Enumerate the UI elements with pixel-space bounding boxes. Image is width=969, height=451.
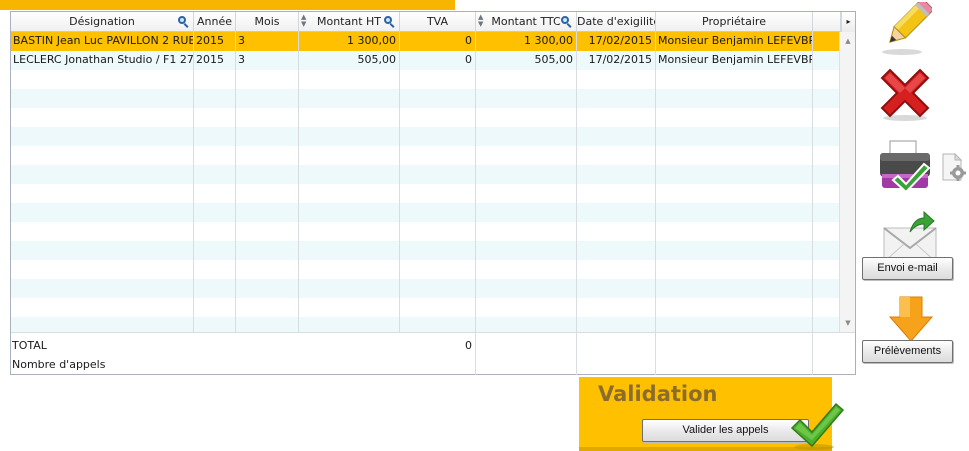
cell-tva: 0: [465, 34, 472, 47]
grid-stripe: [11, 260, 839, 279]
scroll-up-icon[interactable]: ▲: [840, 34, 856, 48]
col-label: Date d'exigilité: [577, 15, 656, 28]
top-tab-strip: [0, 0, 455, 10]
col-label: Montant HT: [316, 15, 382, 28]
column-divider: [812, 333, 813, 375]
cell-designation: BASTIN Jean Luc PAVILLON 2 RUE FE: [13, 34, 194, 47]
col-label: Montant TTC: [491, 15, 561, 28]
grid-stripe: [11, 127, 839, 146]
sort-icon: ▲ ▼: [478, 13, 484, 28]
table-row[interactable]: BASTIN Jean Luc PAVILLON 2 RUE FE 2015 3…: [11, 32, 839, 51]
col-label: TVA: [426, 15, 449, 28]
search-icon[interactable]: [561, 16, 573, 28]
grid-header: Désignation Année Mois ▲ ▼ Montant HT TVA…: [11, 12, 855, 32]
cell-montant-ttc: 505,00: [534, 53, 574, 66]
send-email-button[interactable]: Envoi e-mail: [862, 257, 953, 280]
print-settings-icon[interactable]: [941, 152, 967, 182]
grid-stripe: [11, 222, 839, 241]
cell-proprietaire: Monsieur Benjamin LEFEVBRE: [658, 34, 813, 47]
grid-stripe: [11, 146, 839, 165]
delete-icon[interactable]: [876, 66, 934, 122]
cell-mois: 3: [238, 34, 245, 47]
column-menu-arrow-icon[interactable]: ▸: [841, 12, 855, 32]
col-header-montant-ttc[interactable]: ▲ ▼ Montant TTC: [476, 12, 577, 32]
cell-designation: LECLERC Jonathan Studio / F1 27 ru: [13, 53, 194, 66]
cell-annee: 2015: [196, 53, 224, 66]
col-header-designation[interactable]: Désignation: [11, 12, 194, 32]
cell-tva: 0: [465, 53, 472, 66]
search-icon[interactable]: [178, 16, 190, 28]
cell-date: 17/02/2015: [588, 53, 652, 66]
column-divider: [475, 32, 476, 332]
cell-montant-ht: 505,00: [357, 53, 397, 66]
col-header-empty: [813, 12, 841, 32]
col-header-tva[interactable]: TVA: [400, 12, 476, 32]
edit-pencil-icon[interactable]: [876, 0, 935, 56]
column-divider: [399, 32, 400, 332]
col-header-mois[interactable]: Mois: [236, 12, 299, 32]
scroll-down-icon[interactable]: ▼: [840, 316, 856, 330]
sort-icon: ▲ ▼: [301, 13, 307, 28]
grid-stripe: [11, 70, 839, 89]
download-arrow-icon: [888, 295, 934, 343]
grid-stripe: [11, 298, 839, 317]
validation-title: Validation: [598, 382, 718, 406]
grid-stripe: [11, 279, 839, 298]
grid-stripe: [11, 108, 839, 127]
tva-total: 0: [465, 339, 472, 352]
column-divider: [298, 32, 299, 332]
column-divider: [812, 32, 813, 332]
validate-calls-button[interactable]: Valider les appels: [642, 419, 809, 442]
column-divider: [193, 32, 194, 332]
vertical-scrollbar[interactable]: ▲ ▼: [839, 32, 855, 332]
grid-stripe: [11, 241, 839, 260]
column-divider: [475, 333, 476, 375]
appeals-grid: Désignation Année Mois ▲ ▼ Montant HT TVA…: [10, 11, 856, 375]
col-header-annee[interactable]: Année: [194, 12, 236, 32]
column-divider: [576, 32, 577, 332]
grid-stripe: [11, 317, 839, 332]
grid-stripe: [11, 89, 839, 108]
col-header-proprietaire[interactable]: Propriétaire: [656, 12, 813, 32]
col-header-montant-ht[interactable]: ▲ ▼ Montant HT: [299, 12, 400, 32]
cell-date: 17/02/2015: [588, 34, 652, 47]
grid-stripe: [11, 184, 839, 203]
column-divider: [655, 333, 656, 375]
table-row[interactable]: LECLERC Jonathan Studio / F1 27 ru 2015 …: [11, 51, 839, 70]
grid-footer: TOTAL 0 Nombre d'appels: [11, 332, 855, 375]
column-divider: [655, 32, 656, 332]
search-icon[interactable]: [384, 16, 396, 28]
printer-check-icon[interactable]: [876, 138, 934, 194]
grid-body: BASTIN Jean Luc PAVILLON 2 RUE FE 2015 3…: [11, 32, 839, 332]
cell-mois: 3: [238, 53, 245, 66]
column-divider: [576, 333, 577, 375]
grid-stripe: [11, 203, 839, 222]
column-divider: [235, 32, 236, 332]
col-header-date[interactable]: Date d'exigilité: [577, 12, 656, 32]
col-label: Propriétaire: [702, 15, 766, 28]
col-label: Mois: [254, 15, 280, 28]
cell-annee: 2015: [196, 34, 224, 47]
cell-proprietaire: Monsieur Benjamin LEFEVBRE: [658, 53, 813, 66]
cell-montant-ttc: 1 300,00: [524, 34, 573, 47]
grid-stripe: [11, 165, 839, 184]
calls-count-label: Nombre d'appels: [12, 358, 106, 371]
col-label: Année: [196, 15, 232, 28]
cell-montant-ht: 1 300,00: [347, 34, 396, 47]
col-label: Désignation: [69, 15, 135, 28]
prelevements-button[interactable]: Prélèvements: [862, 340, 953, 363]
checkmark-icon: [790, 402, 845, 451]
total-label: TOTAL: [12, 339, 47, 352]
email-icon: [880, 210, 940, 264]
